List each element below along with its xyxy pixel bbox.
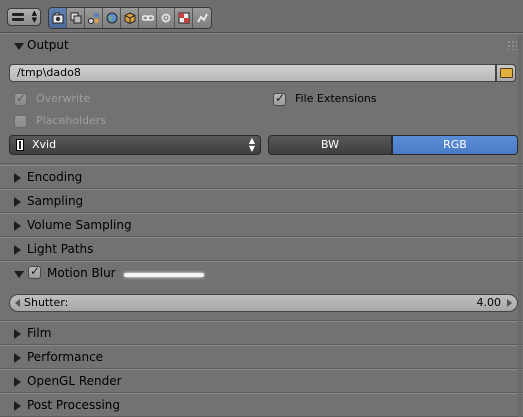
tab-render[interactable]: [49, 8, 67, 28]
color-mode-bw-button[interactable]: BW: [268, 135, 392, 155]
opengl-render-panel[interactable]: OpenGL Render: [0, 369, 523, 393]
sampling-panel-title: Sampling: [27, 194, 84, 208]
checkmark-icon: ✓: [16, 91, 27, 105]
checkmark-icon: ✓: [275, 91, 286, 105]
color-mode-rgb-button[interactable]: RGB: [392, 135, 518, 155]
motion-blur-enable-checkbox[interactable]: ✓: [28, 264, 41, 279]
collapsed-triangle-icon: [14, 173, 21, 183]
checkmark-icon: ✓: [30, 264, 41, 278]
collapsed-triangle-icon: [14, 221, 21, 231]
render-layers-icon: [70, 12, 82, 24]
tab-physics[interactable]: [193, 8, 211, 28]
properties-editor-icon: [12, 12, 26, 22]
expanded-triangle-icon: [14, 271, 24, 278]
performance-panel-title: Performance: [27, 350, 104, 364]
collapsed-triangle-icon: [14, 401, 21, 411]
tab-scene[interactable]: [85, 8, 103, 28]
placeholders-checkbox-box[interactable]: [14, 115, 27, 128]
opengl-render-panel-title: OpenGL Render: [27, 374, 122, 388]
volume-sampling-panel[interactable]: Volume Sampling: [0, 213, 523, 237]
properties-header: ▲ ▼: [0, 0, 523, 33]
encoding-panel[interactable]: Encoding: [0, 165, 523, 189]
light-paths-panel[interactable]: Light Paths: [0, 237, 523, 261]
texture-icon: [178, 12, 190, 24]
world-icon: [106, 12, 118, 24]
tab-texture[interactable]: [175, 8, 193, 28]
overwrite-label: Overwrite: [36, 92, 91, 105]
codec-dropdown[interactable]: Xvid ▲ ▼: [9, 135, 261, 155]
output-panel-header[interactable]: Output: [0, 34, 523, 57]
scrollbar[interactable]: [518, 34, 522, 417]
collapsed-triangle-icon: [14, 245, 21, 255]
overwrite-checkbox-box[interactable]: ✓: [14, 91, 27, 106]
shutter-label: Shutter:: [24, 296, 69, 309]
post-processing-panel-title: Post Processing: [27, 398, 120, 412]
volume-sampling-panel-title: Volume Sampling: [27, 218, 132, 232]
film-panel[interactable]: Film: [0, 321, 523, 345]
sampling-panel[interactable]: Sampling: [0, 189, 523, 213]
collapsed-triangle-icon: [14, 329, 21, 339]
film-icon: [16, 139, 24, 151]
post-processing-panel[interactable]: Post Processing: [0, 393, 523, 417]
tab-constraints[interactable]: [139, 8, 157, 28]
codec-value: Xvid: [32, 138, 57, 151]
tab-modifiers[interactable]: [157, 8, 175, 28]
tab-world[interactable]: [103, 8, 121, 28]
browse-folder-button[interactable]: [496, 64, 516, 82]
file-extensions-label: File Extensions: [295, 92, 377, 105]
shutter-value: 4.00: [476, 296, 502, 309]
output-path-field[interactable]: /tmp\dado8: [9, 64, 496, 82]
scene-icon: [88, 13, 99, 24]
drag-grip-icon[interactable]: [507, 40, 517, 50]
folder-icon: [500, 68, 513, 78]
collapsed-triangle-icon: [14, 353, 21, 363]
encoding-panel-title: Encoding: [27, 170, 83, 184]
film-panel-title: Film: [27, 326, 52, 340]
file-extensions-checkbox-box[interactable]: ✓: [273, 91, 286, 106]
output-panel-title: Output: [27, 38, 69, 52]
light-paths-panel-title: Light Paths: [27, 242, 94, 256]
performance-panel[interactable]: Performance: [0, 345, 523, 369]
modifiers-icon: [161, 13, 171, 23]
chevron-updown-icon: ▲ ▼: [31, 9, 37, 24]
chevron-updown-icon: ▲ ▼: [248, 136, 255, 153]
decrement-arrow-icon[interactable]: [15, 299, 20, 307]
editor-type-button[interactable]: ▲ ▼: [7, 8, 41, 26]
object-icon: [124, 12, 136, 24]
render-camera-icon: [52, 12, 64, 24]
text-cursor-highlight: [124, 273, 204, 277]
collapsed-triangle-icon: [14, 377, 21, 387]
increment-arrow-icon[interactable]: [507, 299, 512, 307]
motion-blur-panel-title: Motion Blur: [47, 266, 116, 280]
physics-icon: [197, 13, 208, 23]
collapsed-triangle-icon: [14, 197, 21, 207]
tab-object[interactable]: [121, 8, 139, 28]
context-tabs: [48, 7, 212, 29]
expanded-triangle-icon: [14, 43, 24, 50]
shutter-slider[interactable]: Shutter: 4.00: [9, 294, 518, 312]
constraints-icon: [142, 15, 154, 21]
tab-render-layers[interactable]: [67, 8, 85, 28]
placeholders-label: Placeholders: [36, 114, 107, 127]
